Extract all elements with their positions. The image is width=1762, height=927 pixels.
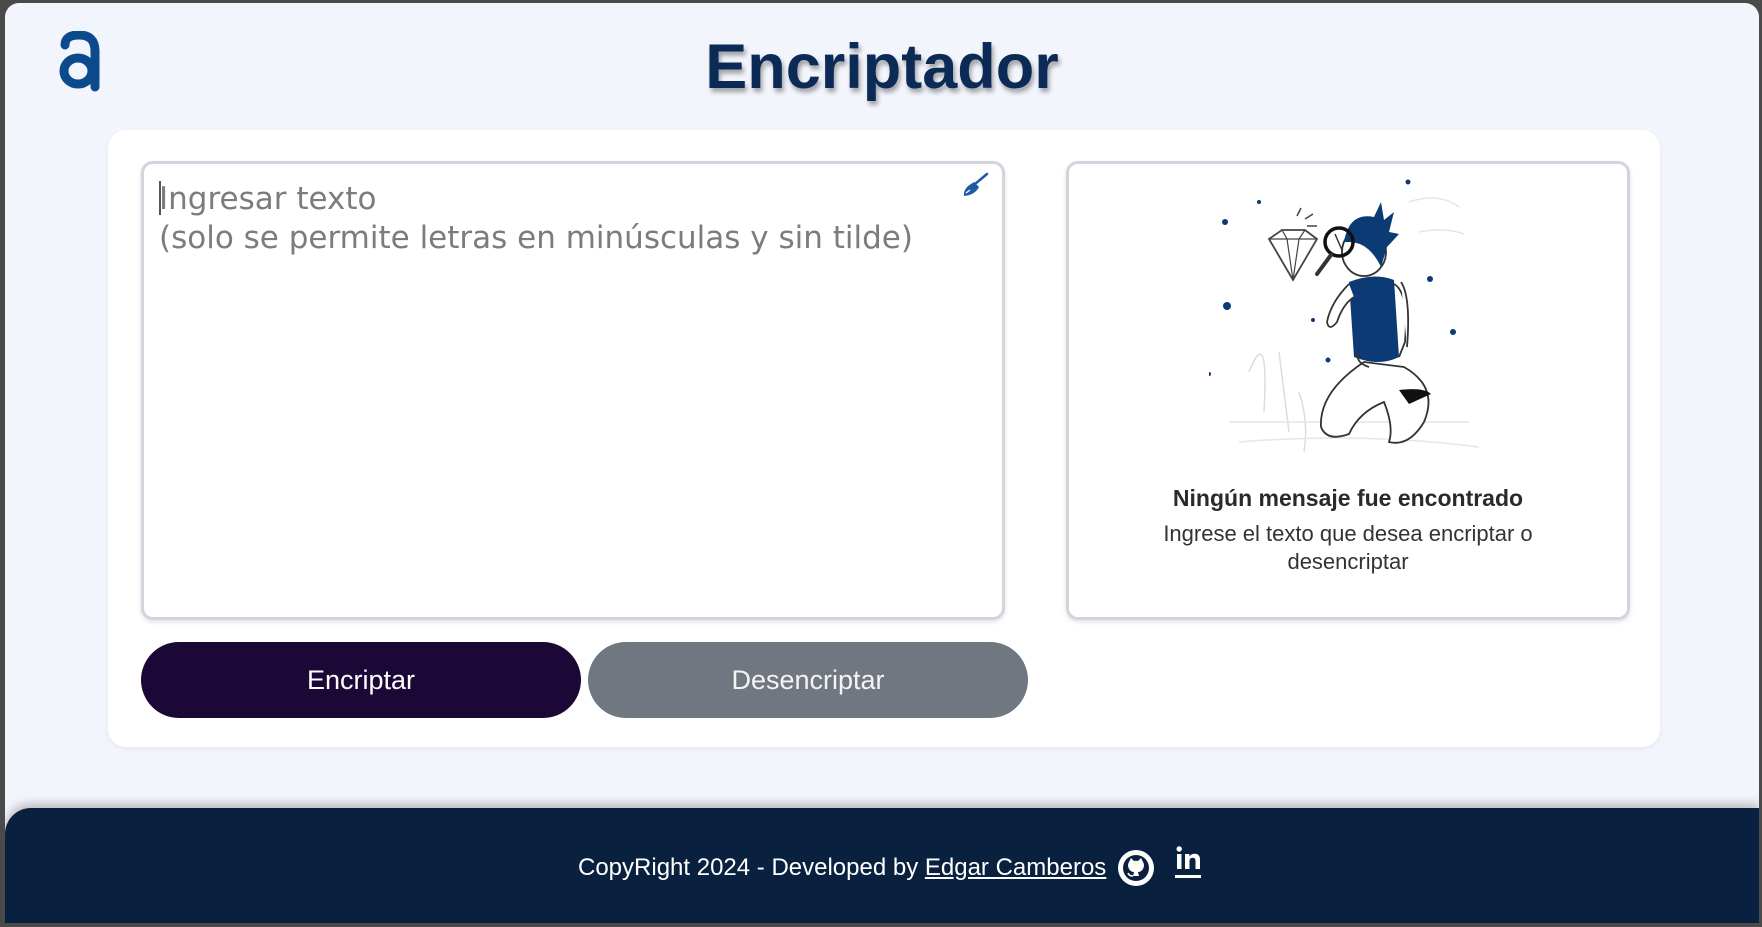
linkedin-icon[interactable] bbox=[1173, 844, 1207, 884]
encrypt-button[interactable]: Encriptar bbox=[141, 642, 581, 718]
person-magnifier-illustration bbox=[1207, 172, 1509, 482]
footer: CopyRight 2024 - Developed by Edgar Camb… bbox=[5, 808, 1759, 923]
result-title: Ningún mensaje fue encontrado bbox=[1172, 485, 1524, 511]
broom-icon[interactable] bbox=[960, 171, 990, 201]
result-subtitle: Ingrese el texto que desea encriptar o d… bbox=[1163, 521, 1533, 574]
result-panel: Ningún mensaje fue encontrado Ingrese el… bbox=[1066, 161, 1630, 620]
text-input[interactable] bbox=[144, 164, 1002, 617]
decrypt-button[interactable]: Desencriptar bbox=[588, 642, 1028, 718]
text-input-container bbox=[141, 161, 1005, 620]
author-link[interactable]: Edgar Camberos bbox=[925, 854, 1106, 881]
footer-copyright: CopyRight 2024 - Developed by Edgar Camb… bbox=[578, 854, 1106, 882]
text-caret bbox=[159, 181, 161, 215]
github-icon[interactable] bbox=[1116, 848, 1156, 888]
app-window: Encriptador Ingresar texto (solo se perm… bbox=[5, 3, 1759, 923]
page-title: Encriptador bbox=[705, 32, 1059, 102]
main-card: Ningún mensaje fue encontrado Ingrese el… bbox=[108, 130, 1660, 747]
footer-copyright-text: CopyRight 2024 - Developed by bbox=[578, 854, 925, 881]
